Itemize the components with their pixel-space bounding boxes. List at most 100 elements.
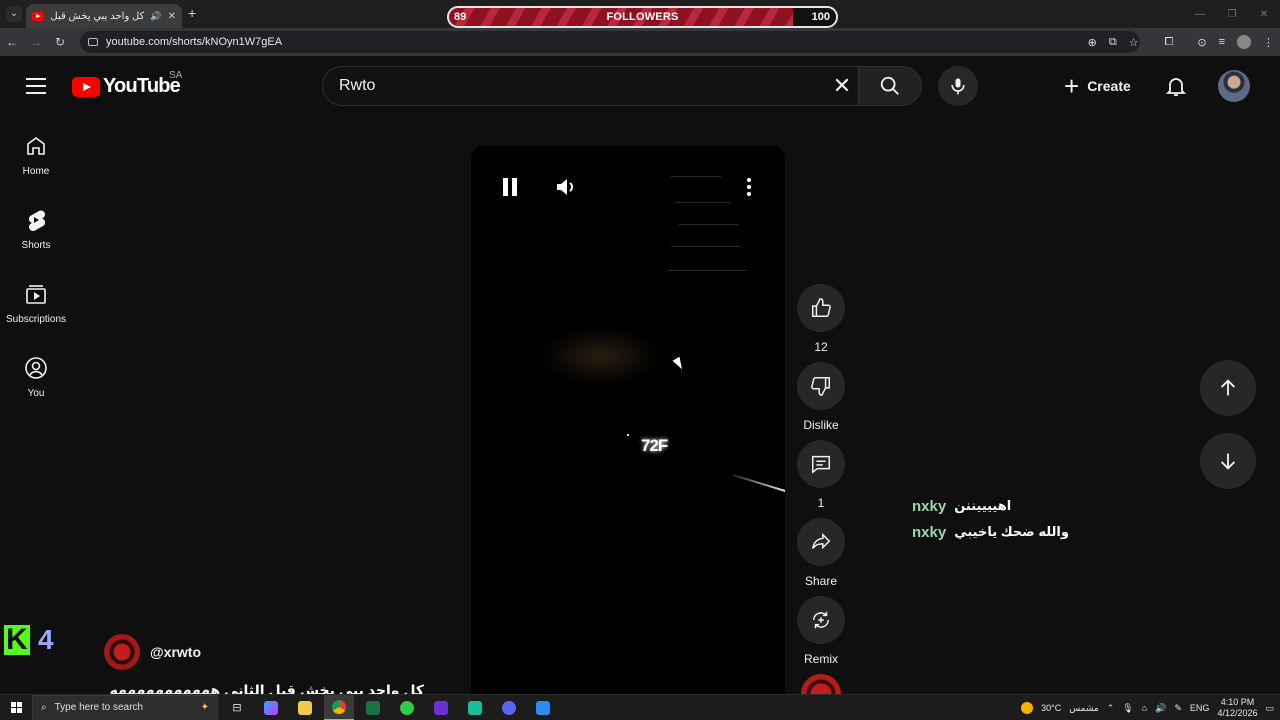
taskbar-search-placeholder: Type here to search bbox=[54, 702, 143, 713]
file-explorer-icon[interactable] bbox=[290, 695, 320, 720]
profile-avatar-icon[interactable] bbox=[1237, 35, 1251, 49]
site-info-icon[interactable] bbox=[88, 38, 98, 46]
more-options-icon[interactable] bbox=[747, 178, 751, 196]
voice-search-button[interactable] bbox=[938, 66, 978, 106]
chrome-icon[interactable] bbox=[324, 694, 354, 720]
shorts-video-player[interactable]: 72F bbox=[471, 146, 785, 706]
kick-viewer-overlay: 4 bbox=[4, 623, 54, 657]
comment-action: 1 bbox=[797, 440, 845, 518]
task-view-icon[interactable]: ⊟ bbox=[222, 695, 252, 720]
weather-temperature[interactable]: 30°C bbox=[1041, 703, 1061, 713]
youtube-play-icon bbox=[72, 76, 100, 97]
pen-icon[interactable]: ✎ bbox=[1174, 703, 1182, 714]
next-app-icon[interactable] bbox=[426, 695, 456, 720]
tab-title: كل واحد يبي يخش قبل الثاني bbox=[50, 10, 145, 22]
copilot-icon[interactable] bbox=[256, 695, 286, 720]
chat-username: nxky bbox=[912, 497, 947, 515]
arrow-up-icon bbox=[1220, 379, 1236, 396]
channel-handle[interactable]: @xrwto bbox=[150, 644, 201, 660]
share-label: Share bbox=[804, 574, 838, 588]
start-button[interactable] bbox=[0, 695, 32, 720]
browser-toolbar: ← → ↻ youtube.com/shorts/kNOyn1W7gEA ⊕ ⧉… bbox=[0, 28, 1280, 56]
youtube-header: YouTube SA Rwto ✕ + Create bbox=[0, 56, 1280, 116]
like-button[interactable] bbox=[797, 284, 845, 332]
comments-button[interactable] bbox=[797, 440, 845, 488]
youtube-logo[interactable]: YouTube SA bbox=[72, 70, 182, 98]
tab-search-icon[interactable]: ⌄ bbox=[6, 6, 22, 22]
sidebar-item-subscriptions[interactable]: Subscriptions bbox=[0, 264, 72, 338]
next-video-button[interactable] bbox=[1200, 433, 1256, 489]
reading-list-icon[interactable]: ≡ bbox=[1219, 36, 1225, 48]
extensions-icon[interactable]: ⧠ bbox=[1165, 36, 1174, 49]
create-button[interactable]: + Create bbox=[1052, 66, 1143, 106]
dislike-button[interactable] bbox=[797, 362, 845, 410]
account-avatar[interactable] bbox=[1218, 70, 1250, 102]
chat-message: nxky والله ضحك ياخيبي bbox=[912, 519, 1069, 545]
minimize-icon[interactable]: — bbox=[1184, 0, 1216, 28]
share-button[interactable] bbox=[797, 518, 845, 566]
install-app-icon[interactable]: ⧉ bbox=[1109, 36, 1117, 49]
taskbar-clock[interactable]: 4:10 PM 4/12/2026 bbox=[1217, 697, 1257, 719]
shorts-icon bbox=[28, 210, 46, 232]
address-bar[interactable]: youtube.com/shorts/kNOyn1W7gEA bbox=[80, 31, 1140, 53]
remix-button[interactable] bbox=[797, 596, 845, 644]
clear-search-icon[interactable]: ✕ bbox=[830, 74, 854, 98]
browser-menu-icon[interactable]: ⋮ bbox=[1263, 36, 1274, 49]
notification-center-icon[interactable]: ▭ bbox=[1265, 703, 1274, 714]
audio-playing-icon[interactable]: 🔊 bbox=[150, 11, 161, 22]
create-label: Create bbox=[1087, 78, 1131, 94]
remix-icon bbox=[812, 611, 830, 629]
microphone-icon bbox=[951, 78, 965, 95]
volume-button[interactable] bbox=[555, 178, 577, 196]
share-action: Share bbox=[797, 518, 845, 596]
blue-app-icon[interactable] bbox=[528, 695, 558, 720]
downloads-icon[interactable]: ⊙ bbox=[1197, 36, 1206, 49]
sidebar-item-you[interactable]: You bbox=[0, 338, 72, 412]
channel-avatar[interactable] bbox=[104, 634, 140, 670]
notifications-bell-icon[interactable] bbox=[1164, 74, 1188, 98]
bookmark-star-icon[interactable]: ☆ bbox=[1129, 36, 1139, 49]
close-window-icon[interactable]: ✕ bbox=[1248, 0, 1280, 28]
discord-icon[interactable] bbox=[494, 695, 524, 720]
forward-icon[interactable]: → bbox=[24, 30, 48, 54]
clock-time: 4:10 PM bbox=[1220, 697, 1255, 707]
sidebar-item-home[interactable]: Home bbox=[0, 116, 72, 190]
comment-count: 1 bbox=[817, 496, 825, 510]
thumbs-up-icon bbox=[812, 298, 831, 317]
excel-icon[interactable] bbox=[358, 695, 388, 720]
search-input[interactable]: Rwto bbox=[322, 66, 858, 106]
sidebar-item-shorts[interactable]: Shorts bbox=[0, 190, 72, 264]
green-app-icon[interactable] bbox=[392, 695, 422, 720]
dislike-action: Dislike bbox=[797, 362, 845, 440]
maximize-icon[interactable]: ❐ bbox=[1216, 0, 1248, 28]
previous-video-button[interactable] bbox=[1200, 360, 1256, 416]
volume-tray-icon[interactable]: 🔊 bbox=[1155, 703, 1166, 714]
network-icon[interactable]: ⌂ bbox=[1142, 703, 1147, 713]
video-frame-stairs bbox=[661, 166, 771, 286]
comment-icon bbox=[812, 455, 830, 474]
microphone-tray-icon[interactable]: 🎙 bbox=[1122, 703, 1133, 714]
video-overlay-text: 72F bbox=[641, 436, 668, 455]
search-button[interactable] bbox=[858, 66, 922, 106]
tray-overflow-icon[interactable]: ⌃ bbox=[1107, 703, 1115, 714]
browser-tab[interactable]: كل واحد يبي يخش قبل الثاني 🔊 ✕ bbox=[26, 4, 182, 28]
kick-viewer-count: 4 bbox=[38, 624, 54, 655]
reload-icon[interactable]: ↻ bbox=[48, 30, 72, 54]
stream-chat-overlay: nxky اهييييننن nxky والله ضحك ياخيبي bbox=[912, 493, 1069, 545]
pause-button[interactable] bbox=[503, 178, 519, 196]
taskbar-search-box[interactable]: ⌕ Type here to search ✦ bbox=[32, 694, 218, 720]
sidebar-item-label: Shorts bbox=[21, 240, 51, 251]
windows-logo-icon bbox=[10, 702, 22, 713]
teal-app-icon[interactable] bbox=[460, 695, 490, 720]
window-controls: — ❐ ✕ bbox=[1184, 0, 1280, 28]
search-highlight-icon: ✦ bbox=[200, 702, 209, 713]
remix-action: Remix bbox=[797, 596, 845, 674]
menu-icon[interactable] bbox=[26, 78, 46, 94]
mini-guide-sidebar: Home Shorts Subscriptions You bbox=[0, 116, 72, 412]
zoom-icon[interactable]: ⊕ bbox=[1088, 36, 1097, 49]
new-tab-button[interactable]: + bbox=[188, 5, 196, 21]
input-language[interactable]: ENG bbox=[1190, 703, 1210, 713]
back-icon[interactable]: ← bbox=[0, 30, 24, 54]
close-tab-icon[interactable]: ✕ bbox=[168, 11, 176, 22]
clock-date: 4/12/2026 bbox=[1217, 708, 1258, 718]
